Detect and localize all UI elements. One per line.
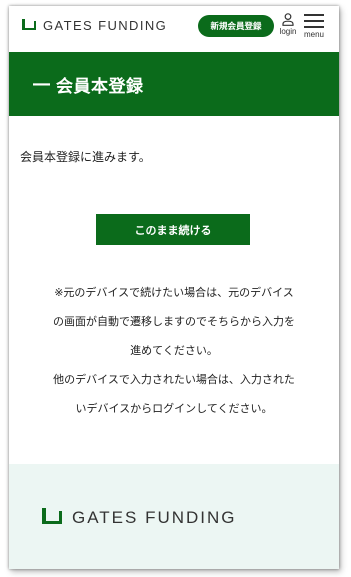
page-title-band: ― 会員本登録: [9, 52, 339, 116]
header-logo[interactable]: GATES FUNDING: [19, 18, 167, 33]
register-button[interactable]: 新規会員登録: [198, 15, 274, 37]
menu-button[interactable]: menu: [302, 13, 326, 39]
logo-mark-icon: [38, 508, 64, 528]
hamburger-menu-icon: [302, 14, 326, 28]
note-line: 進めてください。: [130, 344, 218, 357]
title-dash: ―: [33, 74, 50, 94]
note-line: ※元のデバイスで続けたい場合は、元のデバイス: [54, 286, 294, 299]
logo-mark-icon: [19, 18, 37, 33]
continue-button[interactable]: このまま続ける: [96, 214, 250, 245]
login-button[interactable]: login: [277, 13, 299, 36]
footer-logo-text: GATES FUNDING: [72, 508, 237, 527]
footer-logo[interactable]: GATES FUNDING: [38, 508, 237, 528]
note-line: の画面が自動で遷移しますのでそちらから入力を: [53, 315, 295, 328]
lead-text: 会員本登録に進みます。: [20, 150, 151, 164]
device-notes: ※元のデバイスで続けたい場合は、元のデバイス の画面が自動で遷移しますのでそちら…: [17, 278, 331, 423]
note-line: いデバイスからログインしてください。: [75, 402, 273, 415]
page-frame: GATES FUNDING 新規会員登録 login menu ― 会員本登録 …: [9, 6, 339, 569]
page-title: 会員本登録: [56, 76, 144, 97]
login-label: login: [279, 27, 297, 36]
site-footer: GATES FUNDING: [9, 464, 339, 569]
note-line: 他のデバイスで入力されたい場合は、入力された: [53, 373, 295, 386]
site-header: GATES FUNDING 新規会員登録 login menu: [9, 6, 339, 52]
logo-text: GATES FUNDING: [43, 18, 168, 33]
user-icon: [282, 13, 294, 26]
menu-label: menu: [303, 30, 324, 39]
